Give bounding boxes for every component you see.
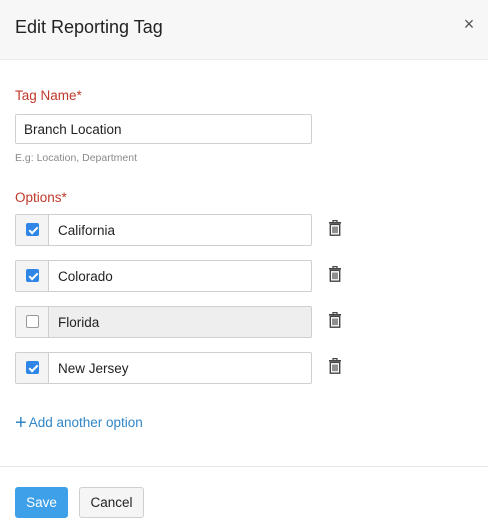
option-row: Colorado xyxy=(15,260,355,292)
trash-icon[interactable] xyxy=(328,312,342,328)
option-checkbox-cell xyxy=(16,215,49,245)
option-checkbox[interactable] xyxy=(26,269,39,282)
plus-icon: + xyxy=(15,412,27,434)
option-field[interactable]: New Jersey xyxy=(15,352,312,384)
tag-name-hint: E.g: Location, Department xyxy=(15,152,137,164)
option-checkbox-cell xyxy=(16,261,49,291)
option-row: California xyxy=(15,214,355,246)
option-row: Florida xyxy=(15,306,355,338)
tag-name-label-text: Tag Name xyxy=(15,88,77,103)
option-text[interactable]: Florida xyxy=(58,315,99,330)
trash-icon[interactable] xyxy=(328,358,342,374)
cancel-button[interactable]: Cancel xyxy=(79,487,144,518)
option-checkbox-cell xyxy=(16,307,49,337)
option-text[interactable]: California xyxy=(58,223,115,238)
dialog-header: Edit Reporting Tag × xyxy=(0,0,488,60)
option-field[interactable]: Colorado xyxy=(15,260,312,292)
tag-name-label: Tag Name* xyxy=(15,88,82,103)
option-checkbox-cell xyxy=(16,353,49,383)
tag-name-input[interactable] xyxy=(15,114,312,144)
save-button[interactable]: Save xyxy=(15,487,68,518)
add-another-option-link[interactable]: + Add another option xyxy=(15,412,143,435)
required-marker: * xyxy=(61,190,67,205)
option-text[interactable]: Colorado xyxy=(58,269,113,284)
option-checkbox[interactable] xyxy=(26,361,39,374)
option-field[interactable]: Florida xyxy=(15,306,312,338)
close-icon[interactable]: × xyxy=(459,14,479,34)
trash-icon[interactable] xyxy=(328,220,342,236)
required-marker: * xyxy=(76,88,82,103)
add-another-option-label: Add another option xyxy=(28,415,143,430)
edit-reporting-tag-dialog: Edit Reporting Tag × Tag Name* E.g: Loca… xyxy=(0,0,488,532)
footer-divider xyxy=(0,466,488,467)
option-field[interactable]: California xyxy=(15,214,312,246)
options-label: Options* xyxy=(15,190,67,205)
option-checkbox[interactable] xyxy=(26,315,39,328)
options-label-text: Options xyxy=(15,190,62,205)
trash-icon[interactable] xyxy=(328,266,342,282)
option-row: New Jersey xyxy=(15,352,355,384)
option-checkbox[interactable] xyxy=(26,223,39,236)
dialog-title: Edit Reporting Tag xyxy=(15,17,163,37)
option-text[interactable]: New Jersey xyxy=(58,361,129,376)
